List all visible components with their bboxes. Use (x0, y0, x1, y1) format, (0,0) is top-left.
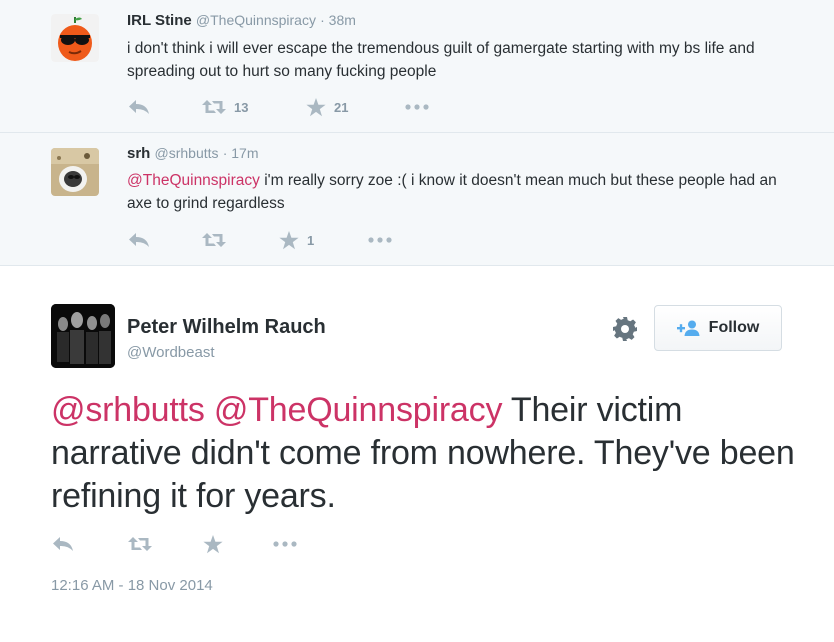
follow-user-icon (676, 320, 700, 336)
permalink-tweet: Peter Wilhelm Rauch @Wordbeast Follow @s… (0, 266, 834, 642)
favorite-button[interactable]: 1 (279, 230, 314, 250)
author-handle[interactable]: @TheQuinnspiracy (196, 12, 316, 28)
favorite-count: 1 (307, 232, 315, 248)
user-actions-button[interactable] (612, 316, 638, 342)
avatar[interactable] (51, 14, 99, 62)
mention-link[interactable]: @TheQuinnspiracy (214, 391, 503, 429)
more-icon (368, 237, 392, 243)
gear-icon (613, 317, 637, 341)
tweet-text: @srhbutts @TheQuinnspiracy Their victim … (51, 389, 811, 518)
tweet-time[interactable]: · 17m (223, 145, 259, 161)
retweet-button[interactable] (128, 534, 152, 554)
avatar[interactable] (51, 304, 115, 368)
retweet-icon (128, 537, 152, 551)
tweet-text: @TheQuinnspiracy i'm really sorry zoe :(… (127, 169, 787, 215)
favorite-icon (279, 230, 299, 249)
retweet-count: 13 (234, 99, 249, 115)
tweet-header: IRL Stine @TheQuinnspiracy · 38m (127, 12, 356, 29)
more-button[interactable] (273, 534, 297, 554)
reply-icon (53, 537, 73, 551)
favorite-icon (203, 534, 223, 553)
mention-link[interactable]: @srhbutts (51, 391, 205, 429)
author-name[interactable]: Peter Wilhelm Rauch (127, 316, 326, 339)
avatar[interactable] (51, 148, 99, 196)
favorite-button[interactable]: 21 (306, 97, 348, 117)
more-icon (405, 104, 429, 110)
context-tweet[interactable]: IRL Stine @TheQuinnspiracy · 38m i don't… (0, 0, 834, 133)
retweet-icon (202, 100, 226, 114)
tweet-time[interactable]: · 38m (320, 12, 356, 28)
favorite-icon (306, 97, 326, 116)
reply-icon (129, 100, 149, 114)
author-handle[interactable]: @Wordbeast (127, 344, 215, 361)
retweet-button[interactable] (202, 230, 226, 250)
mention-link[interactable]: @TheQuinnspiracy (127, 172, 260, 189)
follow-button[interactable]: Follow (654, 305, 782, 351)
author-handle[interactable]: @srhbutts (155, 145, 219, 161)
follow-label: Follow (708, 319, 760, 336)
retweet-button[interactable]: 13 (202, 97, 248, 117)
reply-icon (129, 233, 149, 247)
context-tweet[interactable]: srh @srhbutts · 17m @TheQuinnspiracy i'm… (0, 133, 834, 266)
more-button[interactable] (405, 97, 429, 117)
more-icon (273, 541, 297, 547)
favorite-count: 21 (334, 99, 349, 115)
tweet-timestamp[interactable]: 12:16 AM - 18 Nov 2014 (51, 577, 213, 594)
reply-button[interactable] (52, 534, 74, 554)
retweet-icon (202, 233, 226, 247)
tweet-header: srh @srhbutts · 17m (127, 145, 259, 162)
tweet-text: i don't think i will ever escape the tre… (127, 40, 755, 80)
reply-button[interactable] (128, 97, 150, 117)
more-button[interactable] (368, 230, 392, 250)
reply-button[interactable] (128, 230, 150, 250)
author-name[interactable]: srh (127, 145, 150, 162)
favorite-button[interactable] (203, 534, 223, 554)
author-name[interactable]: IRL Stine (127, 12, 192, 29)
